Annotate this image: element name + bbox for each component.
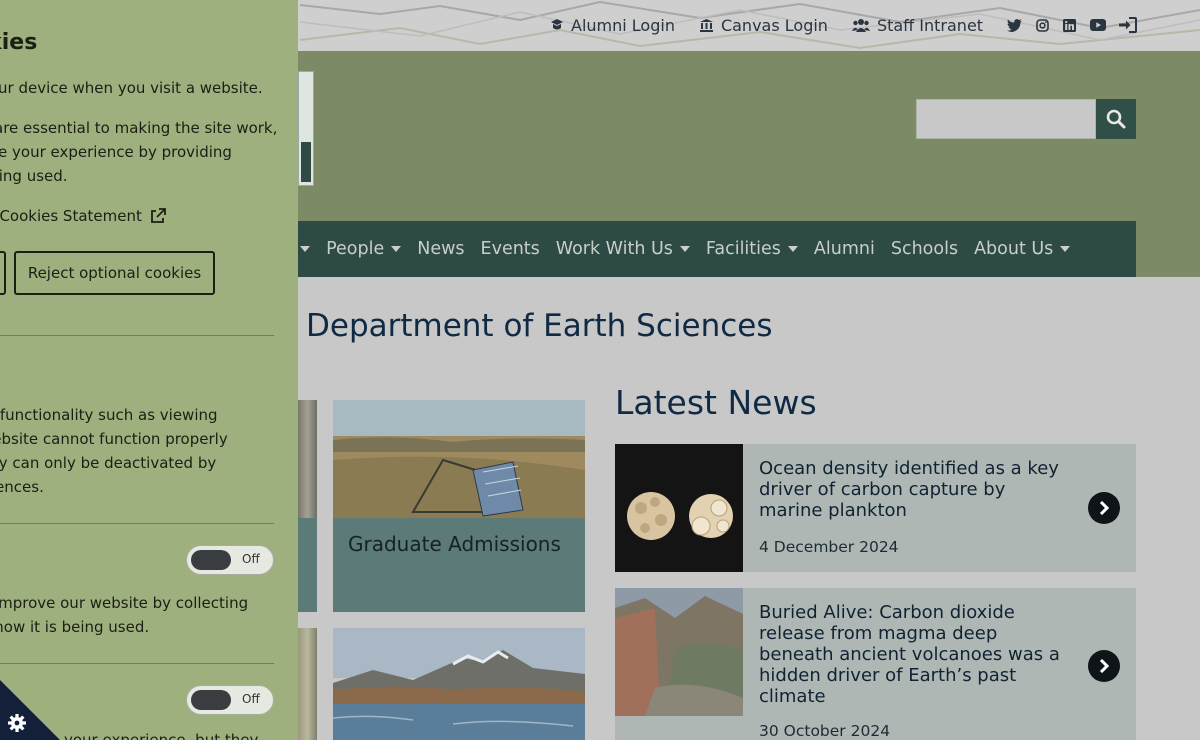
cookie-text-line: e are essential to making the site work, <box>0 119 278 137</box>
search-button[interactable] <box>1096 99 1136 139</box>
toggle-state-label: Off <box>242 552 260 566</box>
reject-optional-cookies-button[interactable]: Reject optional cookies <box>14 251 215 295</box>
cookies-statement-link[interactable]: ur Cookies Statement <box>0 207 166 225</box>
cookie-text-line: ove your experience by providing <box>0 143 232 161</box>
external-link-icon <box>150 208 166 223</box>
nav-item-label: Work With Us <box>555 239 673 259</box>
news-date: 30 October 2024 <box>759 722 891 740</box>
users-icon <box>851 19 870 32</box>
news-thumbnail <box>615 444 743 572</box>
nav-item-label: Facilities <box>705 239 781 259</box>
cookie-consent-panel: okies your device when you visit a websi… <box>0 0 298 740</box>
toggle-knob <box>191 550 231 570</box>
nav-item-schools[interactable]: Schools <box>891 239 958 259</box>
canvas-login-link[interactable]: Canvas Login <box>699 16 828 35</box>
cookie-text-line: o improve our website by collecting <box>0 594 249 612</box>
caret-down-icon <box>1060 246 1071 252</box>
nav-item-label: Events <box>480 239 540 259</box>
tile-hidden-2[interactable] <box>298 628 317 740</box>
cookie-panel-title: okies <box>0 30 38 55</box>
alumni-login-label: Alumni Login <box>571 15 675 35</box>
page-title: Department of Earth Sciences <box>306 308 773 344</box>
staff-intranet-label: Staff Intranet <box>876 15 984 35</box>
news-card[interactable]: Ocean density identified as a key driver… <box>615 444 1136 572</box>
search-icon <box>1106 109 1126 129</box>
divider <box>0 335 274 336</box>
cookie-text-line: erences. <box>0 478 44 496</box>
volcano-outcrop-image <box>615 588 743 716</box>
tile-label: Graduate Admissions <box>348 532 561 556</box>
nav-item-label: Schools <box>890 239 959 259</box>
tile-image <box>298 400 317 518</box>
latest-news-heading: Latest News <box>615 383 817 422</box>
graduate-admissions-tile[interactable]: Graduate Admissions <box>333 400 585 612</box>
sign-in-icon[interactable] <box>1119 17 1137 33</box>
cookie-text-line: being used. <box>0 167 68 185</box>
news-date: 4 December 2024 <box>759 538 899 556</box>
toggle-state-label: Off <box>242 692 260 706</box>
graduation-cap-icon <box>551 19 563 30</box>
news-title[interactable]: Buried Alive: Carbon dioxide release fro… <box>759 602 1069 707</box>
nav-item-about-us[interactable]: About Us <box>974 239 1071 259</box>
caret-down-icon <box>391 246 402 252</box>
plankton-image <box>615 444 743 572</box>
divider <box>0 523 274 524</box>
cookie-intro-text: your device when you visit a website. <box>0 79 263 97</box>
twitter-icon[interactable] <box>1007 18 1023 32</box>
institution-icon <box>699 19 713 32</box>
mountain-painting <box>333 628 585 740</box>
caret-down-icon <box>300 246 311 252</box>
nav-item-label: People <box>326 239 385 259</box>
cookie-text-line: hey can only be deactivated by <box>0 454 217 472</box>
tile-image <box>333 400 585 518</box>
nav-item-work-with-us[interactable]: Work With Us <box>556 239 690 259</box>
staff-intranet-link[interactable]: Staff Intranet <box>851 15 984 35</box>
nav-item-label: Alumni <box>813 239 875 259</box>
gear-icon <box>8 714 26 732</box>
chevron-right-icon <box>1099 659 1110 673</box>
nav-item-facilities[interactable]: Facilities <box>706 239 798 259</box>
youtube-icon[interactable] <box>1090 19 1107 31</box>
news-arrow-button[interactable] <box>1088 492 1120 524</box>
news-title[interactable]: Ocean density identified as a key driver… <box>759 458 1069 521</box>
site-logo[interactable] <box>298 71 314 186</box>
caret-down-icon <box>679 246 690 252</box>
nav-item-events[interactable]: Events <box>481 239 540 259</box>
search-input[interactable] <box>916 99 1096 139</box>
toggle-knob <box>191 690 231 710</box>
accept-cookies-button[interactable] <box>0 251 6 295</box>
nav-item-news[interactable]: News <box>417 239 464 259</box>
caret-down-icon <box>787 246 798 252</box>
cookie-text-line: your experience, but they <box>64 731 259 740</box>
nav-item-label: About Us <box>974 239 1054 259</box>
news-card[interactable]: Buried Alive: Carbon dioxide release fro… <box>615 588 1136 740</box>
instagram-icon[interactable] <box>1036 18 1049 32</box>
chevron-right-icon <box>1099 501 1110 515</box>
tile-hidden-1[interactable] <box>298 400 317 612</box>
nav-item-label: News <box>417 239 465 259</box>
divider <box>0 663 274 664</box>
tile-image <box>298 628 317 740</box>
linkedin-icon[interactable] <box>1063 18 1077 32</box>
cookie-text-line: re functionality such as viewing <box>0 406 218 424</box>
nav-item-people[interactable]: People <box>326 239 402 259</box>
canvas-login-label: Canvas Login <box>720 15 828 35</box>
nav-item-alumni[interactable]: Alumni <box>814 239 875 259</box>
analytics-cookies-toggle[interactable]: Off <box>186 545 274 575</box>
landscape-painting <box>333 400 585 518</box>
cookie-text-line: n how it is being used. <box>0 618 150 636</box>
news-arrow-button[interactable] <box>1088 650 1120 682</box>
news-thumbnail <box>615 588 743 716</box>
cookies-statement-label: ur Cookies Statement <box>0 207 142 225</box>
landscape-tile[interactable] <box>333 628 585 740</box>
cookie-settings-button[interactable] <box>0 680 60 740</box>
cookie-text-line: website cannot function properly <box>0 430 228 448</box>
marketing-cookies-toggle[interactable]: Off <box>186 685 274 715</box>
alumni-login-link[interactable]: Alumni Login <box>550 16 675 35</box>
